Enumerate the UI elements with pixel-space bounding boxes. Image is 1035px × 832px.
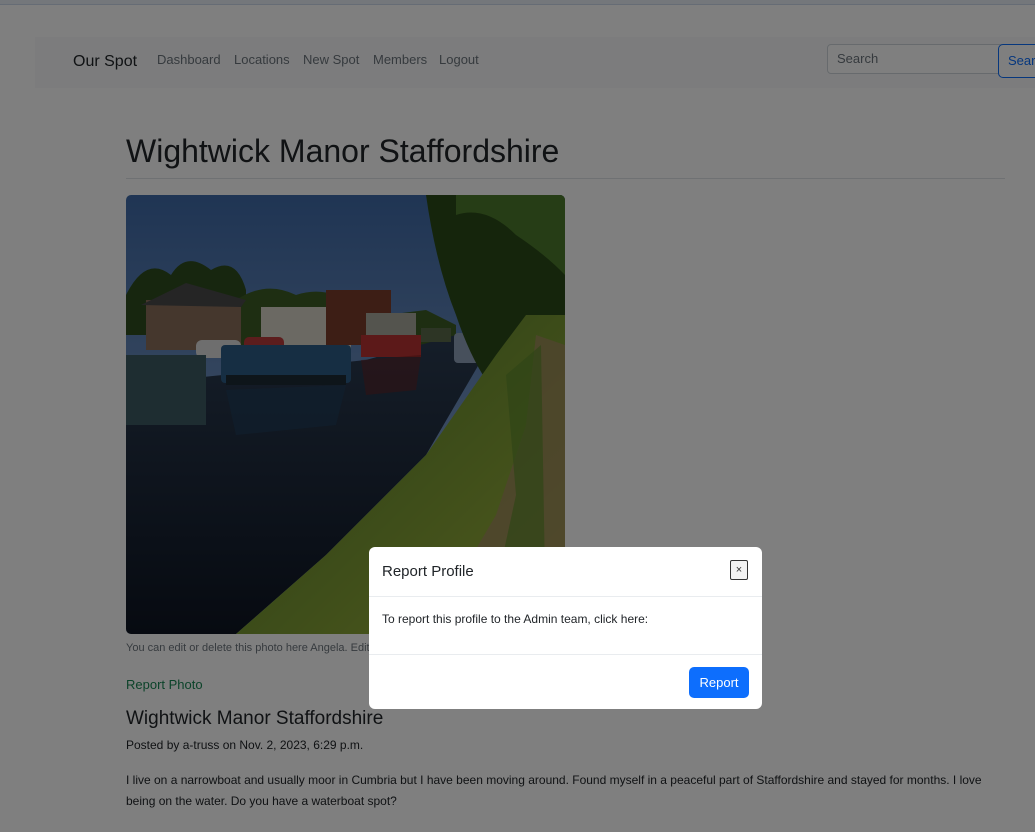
modal-header: Report Profile × xyxy=(369,547,762,597)
close-button[interactable]: × xyxy=(730,560,748,580)
report-profile-modal: Report Profile × To report this profile … xyxy=(369,547,762,709)
modal-body-text: To report this profile to the Admin team… xyxy=(382,612,649,626)
modal-title: Report Profile xyxy=(382,563,474,580)
report-button[interactable]: Report xyxy=(689,667,749,698)
modal-footer-divider xyxy=(369,654,762,655)
